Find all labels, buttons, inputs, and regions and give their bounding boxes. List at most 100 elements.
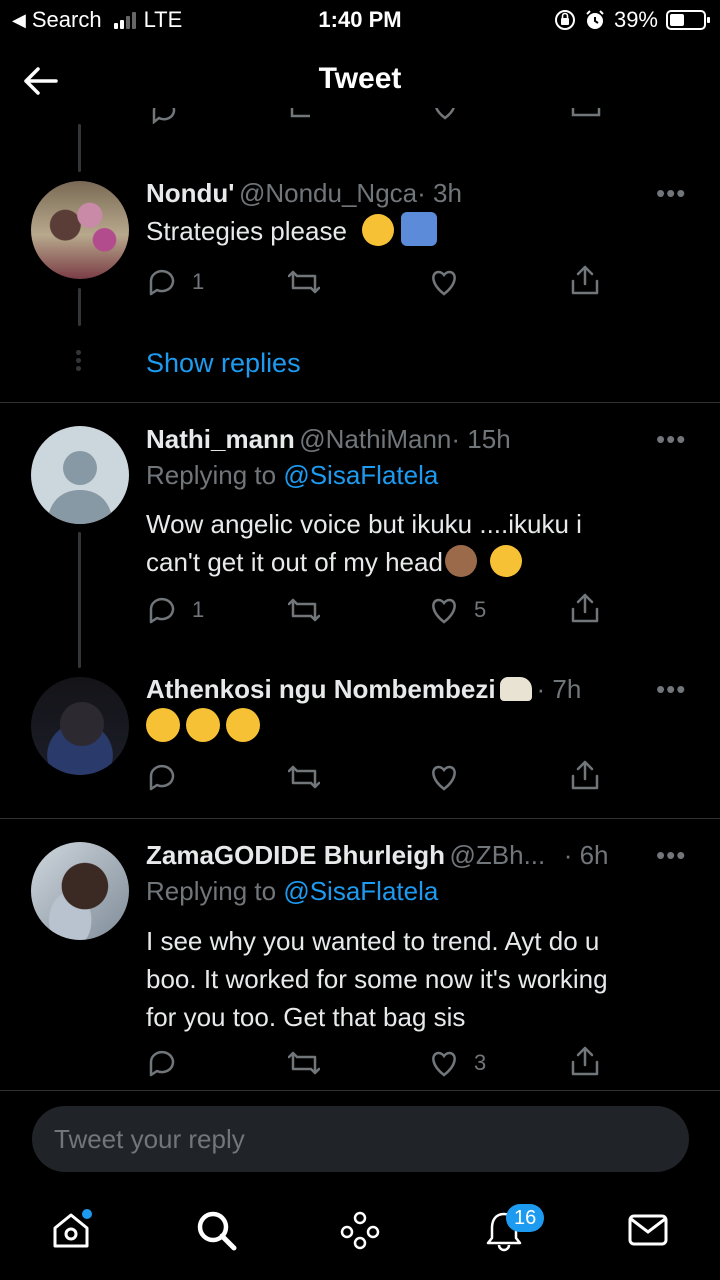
- reply-button[interactable]: 1: [146, 266, 204, 298]
- mention-link[interactable]: @SisaFlatela: [283, 460, 438, 490]
- reply-input[interactable]: [54, 1106, 654, 1172]
- like-button[interactable]: 5: [428, 594, 486, 626]
- status-right: 39%: [554, 7, 710, 33]
- share-button[interactable]: [569, 592, 601, 624]
- like-button[interactable]: [428, 761, 460, 793]
- timestamp[interactable]: · 6h: [564, 840, 609, 870]
- retweet-icon: [288, 598, 320, 622]
- crying-emoji-icon: [146, 708, 180, 742]
- like-icon[interactable]: [430, 108, 460, 122]
- retweet-button[interactable]: [288, 594, 320, 626]
- avatar[interactable]: [31, 426, 129, 524]
- tweet-line: for you too. Get that bag sis: [146, 1002, 466, 1032]
- thread-dots: [76, 350, 82, 371]
- battery-percent: 39%: [613, 7, 658, 32]
- display-name[interactable]: Athenkosi ngu Nombembezi: [146, 674, 496, 704]
- retweet-icon[interactable]: [288, 108, 320, 124]
- notifications-badge: 16: [506, 1204, 545, 1232]
- home-icon[interactable]: [49, 1208, 93, 1252]
- more-options-icon[interactable]: •••: [656, 674, 686, 705]
- mention-link[interactable]: @SisaFlatela: [283, 876, 438, 906]
- reply-count: 1: [192, 269, 205, 294]
- more-options-icon[interactable]: •••: [656, 424, 686, 455]
- default-avatar-icon: [47, 451, 113, 524]
- timestamp[interactable]: · 3h: [417, 178, 462, 208]
- timestamp[interactable]: · 15h: [451, 424, 510, 454]
- like-button[interactable]: 3: [428, 1047, 486, 1079]
- share-button[interactable]: [569, 1045, 601, 1077]
- retweet-button[interactable]: [288, 266, 320, 298]
- thread-line: [78, 124, 81, 172]
- tweet-line: Wow angelic voice but ikuku ....ikuku i: [146, 509, 582, 539]
- bottom-tab-bar: 16: [0, 1188, 720, 1280]
- reply-composer[interactable]: [32, 1106, 689, 1172]
- reply-button[interactable]: [146, 1047, 178, 1079]
- like-count: 5: [474, 597, 487, 622]
- divider: [0, 818, 720, 819]
- replying-to: Replying to @SisaFlatela: [146, 876, 438, 907]
- thread-line: [78, 532, 81, 668]
- orientation-lock-icon: [554, 10, 575, 30]
- avatar[interactable]: [31, 842, 129, 940]
- like-icon: [432, 765, 456, 791]
- crying-emoji-icon: [186, 708, 220, 742]
- display-name[interactable]: Nondu': [146, 178, 235, 208]
- page-title: Tweet: [318, 62, 402, 95]
- tweet-header: Athenkosi ngu Nombembezi · 7h: [146, 674, 581, 705]
- share-button[interactable]: [569, 264, 601, 296]
- tweet-text: Strategies please: [146, 212, 438, 250]
- reply-button[interactable]: 1: [146, 594, 204, 626]
- reply-button[interactable]: [146, 761, 178, 793]
- retweet-icon: [288, 270, 320, 294]
- spaces-icon[interactable]: [338, 1208, 382, 1252]
- avatar[interactable]: [31, 181, 129, 279]
- like-icon: [432, 598, 456, 624]
- messages-icon[interactable]: [626, 1208, 670, 1252]
- handle[interactable]: @Nondu_Ngca: [239, 178, 417, 208]
- tweet-body: Strategies please: [146, 216, 347, 246]
- handle[interactable]: @ZBh...: [450, 840, 546, 870]
- facepalm-emoji-icon: [444, 545, 477, 577]
- yum-emoji-icon: [490, 545, 523, 577]
- like-icon: [432, 270, 456, 296]
- search-icon[interactable]: [194, 1208, 238, 1252]
- more-options-icon[interactable]: •••: [656, 840, 686, 871]
- share-icon: [571, 1046, 599, 1076]
- divider: [0, 1090, 720, 1091]
- crying-emoji-icon: [226, 708, 260, 742]
- tweet-header: Nondu' @Nondu_Ngca· 3h: [146, 178, 462, 209]
- divider: [0, 402, 720, 403]
- handle[interactable]: @NathiMann: [299, 424, 451, 454]
- tweet-line: I see why you wanted to trend. Ayt do u: [146, 926, 600, 956]
- reply-icon[interactable]: [150, 108, 178, 124]
- share-icon: [571, 265, 599, 295]
- retweet-icon: [288, 765, 320, 789]
- goat-emoji-icon: [500, 677, 533, 701]
- previous-tweet-actions: [0, 108, 720, 128]
- reply-count: 1: [192, 597, 205, 622]
- retweet-button[interactable]: [288, 761, 320, 793]
- tweet-text: [146, 708, 260, 742]
- show-replies-link[interactable]: Show replies: [146, 348, 301, 379]
- replying-label: Replying to: [146, 460, 277, 490]
- alarm-icon: [586, 10, 604, 29]
- retweet-icon: [288, 1051, 320, 1075]
- reply-icon: [149, 1050, 175, 1077]
- share-icon: [571, 593, 599, 623]
- timestamp[interactable]: · 7h: [536, 674, 581, 704]
- share-icon[interactable]: [570, 108, 602, 124]
- tweet-line: can't get it out of my head: [146, 547, 443, 577]
- tweet-header: Nathi_mann @NathiMann· 15h: [146, 424, 511, 455]
- avatar[interactable]: [31, 677, 129, 775]
- trash-emoji-icon: [401, 212, 438, 246]
- tweet-header: ZamaGODIDE Bhurleigh @ZBh... · 6h: [146, 840, 609, 871]
- like-button[interactable]: [428, 266, 460, 298]
- retweet-button[interactable]: [288, 1047, 320, 1079]
- status-bar: ◀ Search LTE 1:40 PM 39%: [0, 0, 720, 40]
- display-name[interactable]: Nathi_mann: [146, 424, 295, 454]
- share-button[interactable]: [569, 759, 601, 791]
- reply-icon: [149, 764, 175, 791]
- more-options-icon[interactable]: •••: [656, 178, 686, 209]
- display-name[interactable]: ZamaGODIDE Bhurleigh: [146, 840, 445, 870]
- reply-icon: [149, 597, 175, 624]
